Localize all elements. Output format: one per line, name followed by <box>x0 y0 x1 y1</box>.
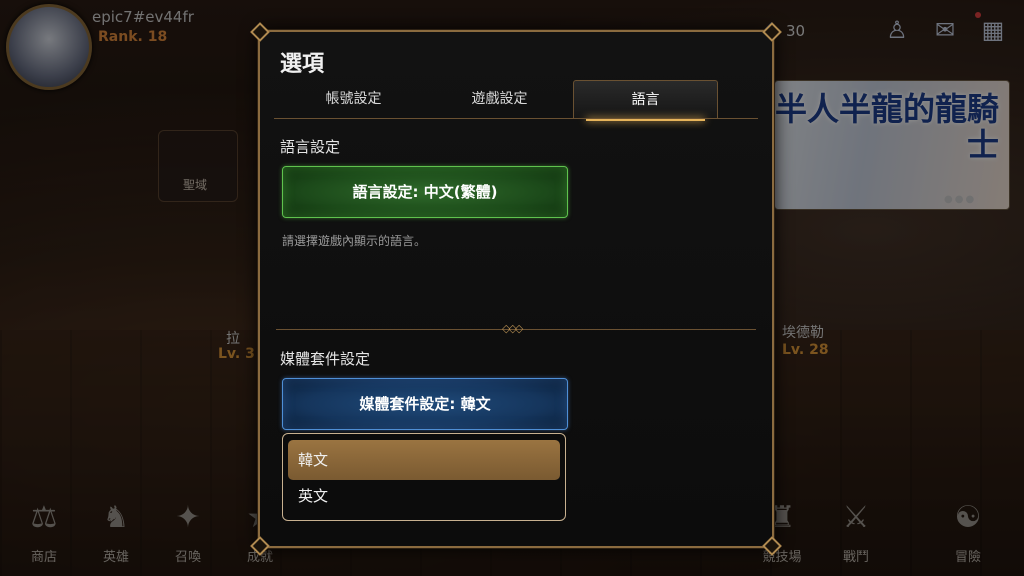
dropdown-option-english[interactable]: 英文 <box>288 476 560 516</box>
dropdown-option-korean[interactable]: 韓文 <box>288 440 560 480</box>
divider-ornament-icon: ◇◇◇ <box>502 322 523 335</box>
language-description: 請選擇遊戲內顯示的語言。 <box>282 234 427 248</box>
language-section-title: 語言設定 <box>280 138 341 156</box>
media-section-title: 媒體套件設定 <box>280 350 371 368</box>
tab-account-settings[interactable]: 帳號設定 <box>282 80 425 118</box>
media-pack-dropdown: 韓文 英文 <box>282 433 566 521</box>
media-pack-select-button[interactable]: 媒體套件設定: 韓文 <box>282 378 568 430</box>
dialog-title: 選項 <box>280 52 325 77</box>
tab-game-settings[interactable]: 遊戲設定 <box>428 80 571 118</box>
tab-language[interactable]: 語言 <box>573 80 718 121</box>
language-select-button[interactable]: 語言設定: 中文(繁體) <box>282 166 568 218</box>
tab-underline <box>274 118 758 119</box>
options-dialog: 選項 帳號設定 遊戲設定 語言 語言設定 語言設定: 中文(繁體) 請選擇遊戲內… <box>250 22 782 556</box>
